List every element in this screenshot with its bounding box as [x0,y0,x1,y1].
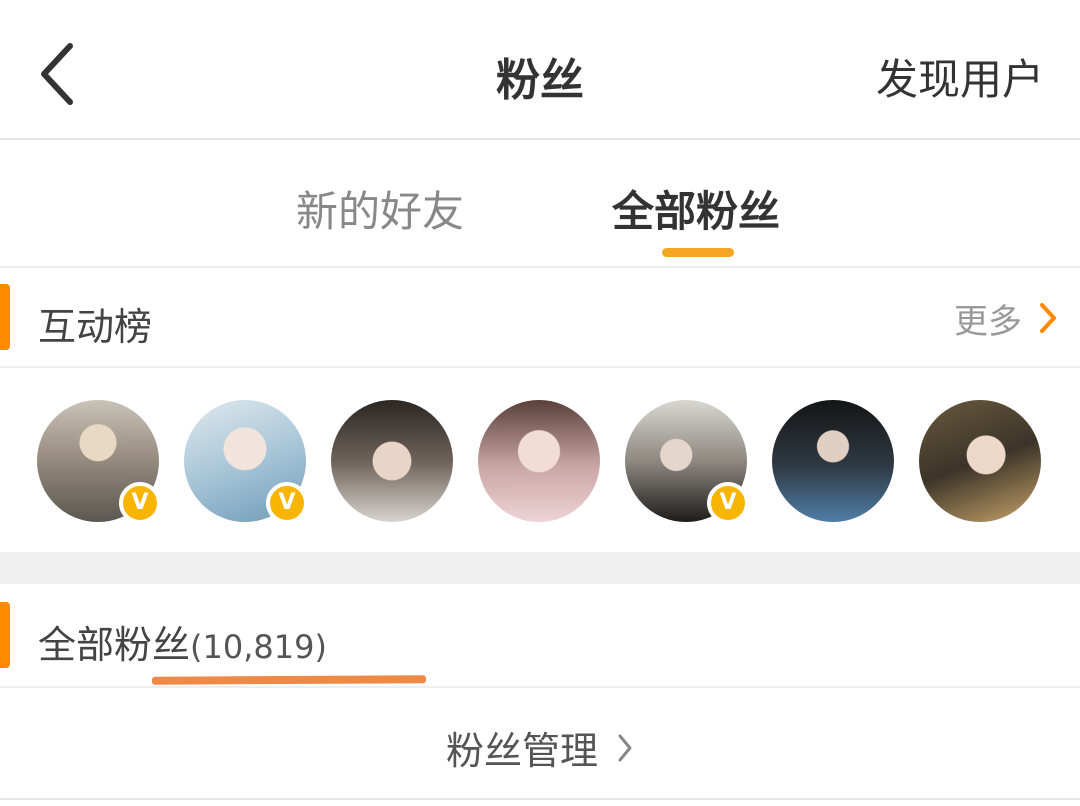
top-nav-bar: 粉丝 发现用户 [0,0,1080,140]
active-tab-indicator [662,248,734,257]
all-fans-title: 全部粉丝(10,819) [38,614,327,669]
fan-avatar[interactable]: V [37,400,161,524]
fan-avatar[interactable]: V [625,400,749,524]
fan-avatar[interactable] [478,400,600,522]
tab-all-fans[interactable]: 全部粉丝 [612,178,780,239]
verified-badge: V [119,482,161,524]
tab-new-friends[interactable]: 新的好友 [296,178,464,239]
fan-avatar[interactable] [919,400,1041,522]
tab-bar: 新的好友 全部粉丝 [0,140,1080,268]
fan-avatar[interactable] [331,400,453,522]
section-divider [0,552,1080,584]
interaction-rank-header: 互动榜 更多 [0,268,1080,368]
more-button[interactable]: 更多 [954,298,1058,342]
annotation-underline [151,675,427,685]
section-accent-bar [0,284,10,350]
chevron-right-icon [1040,303,1056,333]
more-label: 更多 [954,301,1022,342]
fan-avatar[interactable]: V [184,400,308,524]
fan-avatar[interactable] [772,400,894,522]
all-fans-header: 全部粉丝(10,819) [0,584,1080,688]
all-fans-count: (10,819) [190,628,327,666]
discover-users-button[interactable]: 发现用户 [876,46,1044,107]
verified-badge: V [266,482,308,524]
chevron-right-icon [618,734,632,761]
interaction-rank-avatars: V V V [0,370,1080,552]
verified-badge: V [707,482,749,524]
interaction-rank-title: 互动榜 [38,305,153,349]
section-accent-bar [0,602,10,668]
fan-management-button[interactable]: 粉丝管理 [0,688,1080,800]
all-fans-label: 全部粉丝 [38,623,191,667]
chevron-left-icon [41,43,73,105]
fan-management-label: 粉丝管理 [445,729,598,773]
back-button[interactable] [30,38,90,108]
